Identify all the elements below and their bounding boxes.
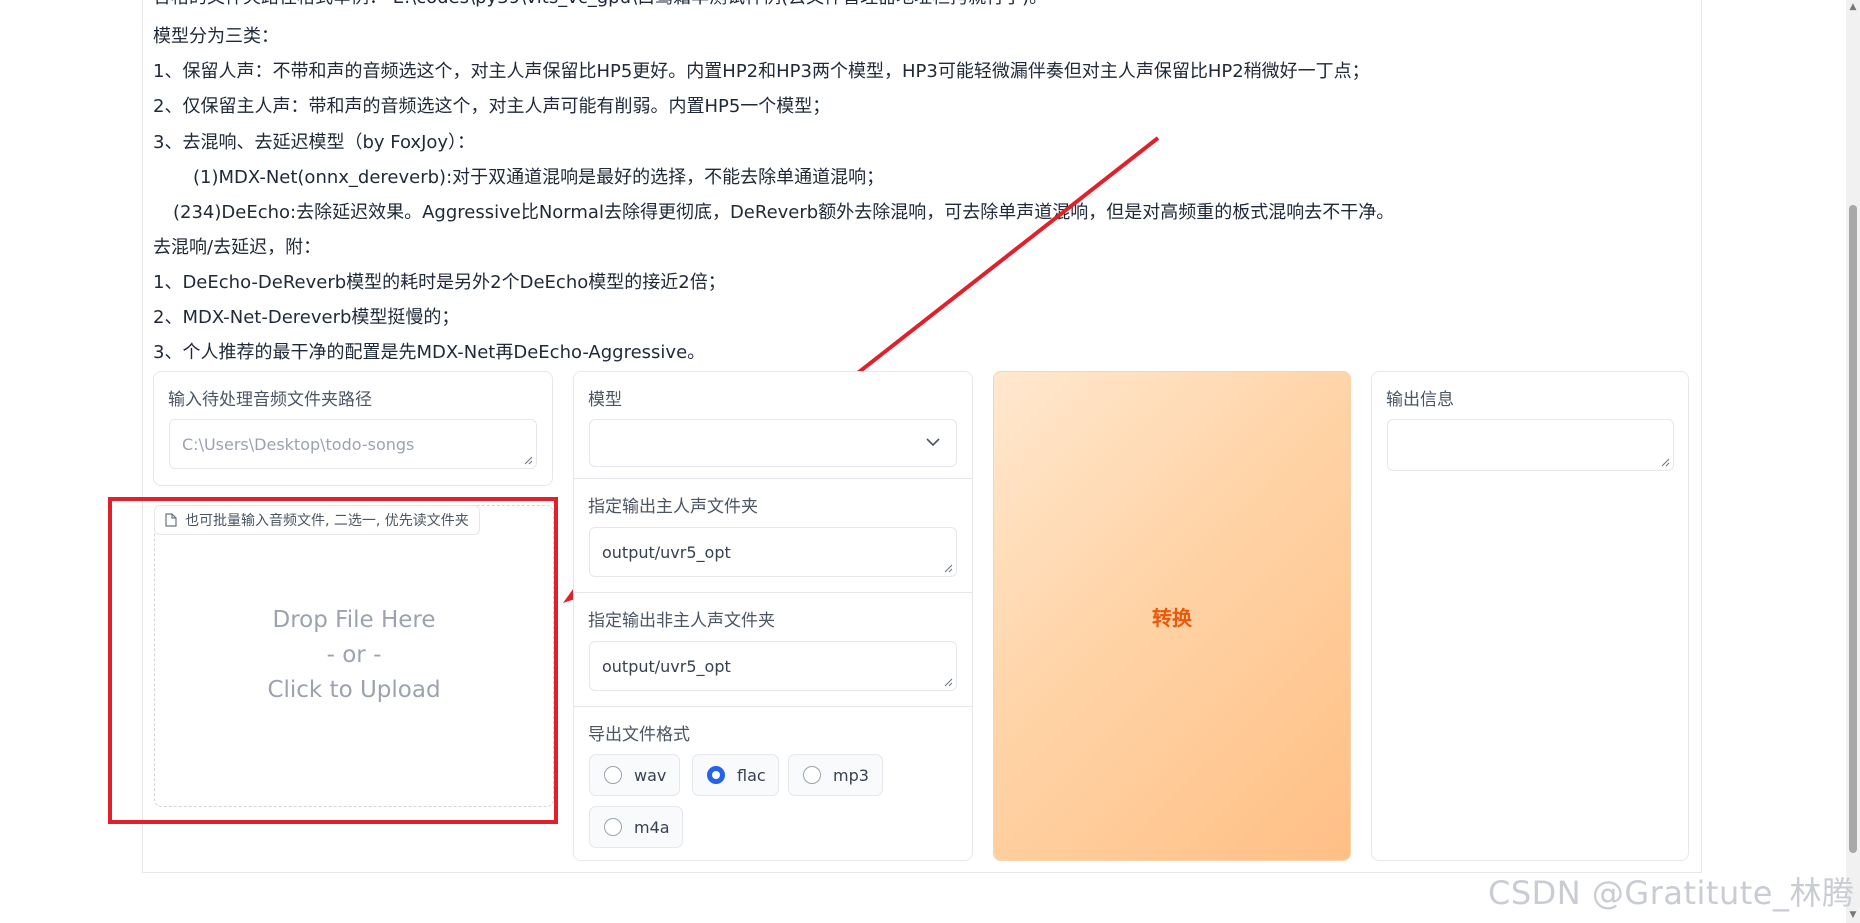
format-option-wav[interactable]: wav [589,754,680,796]
export-format-label: 导出文件格式 [588,725,690,745]
instrumental-output-field[interactable]: output/uvr5_opt [589,641,957,691]
format-option-label: mp3 [833,765,869,785]
scrollbar-thumb[interactable] [1849,205,1857,853]
radio-icon [604,818,622,836]
convert-button[interactable]: 转换 [993,371,1351,861]
model-label: 模型 [588,390,622,410]
chevron-down-icon [926,438,940,447]
vocal-output-label: 指定输出主人声文件夹 [588,497,758,517]
format-option-flac[interactable]: flac [692,754,779,796]
instrumental-output-value: output/uvr5_opt [602,656,731,676]
format-option-label: m4a [634,817,670,837]
radio-icon [604,766,622,784]
resize-handle-icon[interactable] [944,678,953,687]
divider [573,706,973,707]
vocal-output-value: output/uvr5_opt [602,542,731,562]
divider [573,592,973,593]
instrumental-output-label: 指定输出非主人声文件夹 [588,611,775,631]
vocal-output-field[interactable]: output/uvr5_opt [589,527,957,577]
resize-handle-icon[interactable] [944,564,953,573]
scroll-up-icon[interactable]: ▲ [1848,2,1858,12]
divider [573,478,973,479]
model-dropdown[interactable] [589,419,957,467]
output-info-field[interactable] [1387,419,1674,471]
output-info-label: 输出信息 [1386,390,1454,410]
format-option-m4a[interactable]: m4a [589,806,683,848]
format-option-mp3[interactable]: mp3 [788,754,883,796]
format-option-label: flac [737,765,766,785]
format-option-label: wav [634,765,667,785]
radio-icon [803,766,821,784]
watermark: CSDN @Gratitute_林腾 [1488,874,1855,912]
radio-selected-icon [707,766,725,784]
resize-handle-icon[interactable] [1661,458,1670,467]
